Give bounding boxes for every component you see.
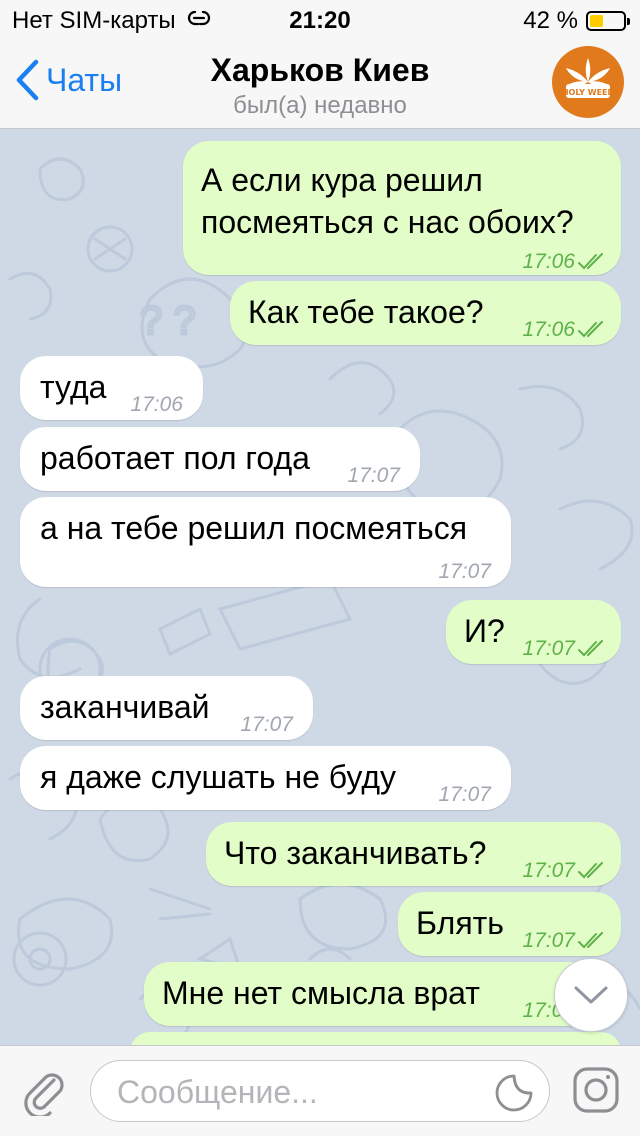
message-meta: 17:07 [522,850,607,892]
message-time: 17:07 [522,929,575,952]
camera-icon [573,1067,619,1113]
scroll-down-button[interactable] [554,958,628,1032]
message-incoming[interactable]: я даже слушать не буду 17:07 [20,746,511,810]
message-time: 17:07 [240,713,293,736]
message-meta: 17:07 [522,628,607,670]
message-text: Мне нет смысла врат [162,975,480,1011]
paperclip-icon [24,1073,64,1119]
status-right: 42 % [523,7,630,35]
message-incoming[interactable]: работает пол года 17:07 [20,427,420,491]
message-time: 17:06 [522,250,575,273]
input-bar [0,1045,640,1136]
message-incoming[interactable]: заканчивай 17:07 [20,676,313,740]
message-text: а на тебе решил посмеяться [40,510,468,546]
camera-button[interactable] [572,1066,620,1119]
message-outgoing[interactable]: Мне нет смысла врат 17:07 [144,962,621,1026]
leaf-logo-icon: HOLY WEED [554,48,622,116]
battery-percent: 42 % [523,7,578,34]
message-outgoing[interactable]: Как тебе такое? 17:06 [230,281,621,345]
message-time: 17:07 [347,464,400,487]
battery-icon [586,11,630,31]
sticker-button[interactable] [495,1074,533,1117]
message-input[interactable] [115,1071,479,1113]
message-meta: 17:07 [522,920,607,962]
double-check-icon [578,321,603,338]
status-bar: Нет SIM-карты 21:20 42 % [0,0,640,40]
double-check-icon [578,932,603,949]
message-text: А если кура решил [201,162,483,198]
attach-button[interactable] [20,1066,68,1121]
message-list[interactable]: ? ? А если кура решил посмеяться с нас о… [0,129,640,1045]
message-time: 17:06 [130,393,183,416]
double-check-icon [578,640,603,657]
svg-text:? ?: ? ? [140,299,196,343]
message-time: 17:06 [522,318,575,341]
message-text: посмеяться с нас обоих? [201,204,574,240]
avatar-logo-text: HOLY WEED [562,88,615,97]
message-time: 17:07 [438,560,491,583]
message-outgoing-partial[interactable] [130,1032,621,1045]
chat-header: Чаты Харьков Киев был(а) недавно HOLY WE… [0,40,640,129]
message-meta: 17:06 [522,241,607,283]
message-meta: 17:06 [522,309,607,351]
battery-level [590,15,603,27]
message-incoming[interactable]: туда 17:06 [20,356,203,420]
message-input-field[interactable] [90,1060,550,1122]
message-text: И? [464,613,505,649]
double-check-icon [578,862,603,879]
chevron-down-icon [574,986,608,1004]
message-text: я даже слушать не буду [40,759,397,795]
message-time: 17:07 [522,637,575,660]
message-text: Как тебе такое? [248,294,484,330]
double-check-icon [578,253,603,270]
chat-title[interactable]: Харьков Киев [0,52,640,89]
avatar[interactable]: HOLY WEED [552,46,624,118]
message-outgoing[interactable]: А если кура решил посмеяться с нас обоих… [183,141,621,275]
message-text: Что заканчивать? [224,835,487,871]
message-outgoing[interactable]: Блять 17:07 [398,892,621,956]
message-incoming[interactable]: а на тебе решил посмеяться 17:07 [20,497,511,587]
message-outgoing[interactable]: И? 17:07 [446,600,621,664]
message-text: туда [40,369,107,405]
message-text: Блять [416,905,504,941]
message-text: заканчивай [40,689,210,725]
sticker-icon [495,1074,533,1112]
message-time: 17:07 [438,783,491,806]
message-outgoing[interactable]: Что заканчивать? 17:07 [206,822,621,886]
chat-status: был(а) недавно [233,92,407,119]
message-time: 17:07 [522,859,575,882]
message-text: работает пол года [40,440,310,476]
